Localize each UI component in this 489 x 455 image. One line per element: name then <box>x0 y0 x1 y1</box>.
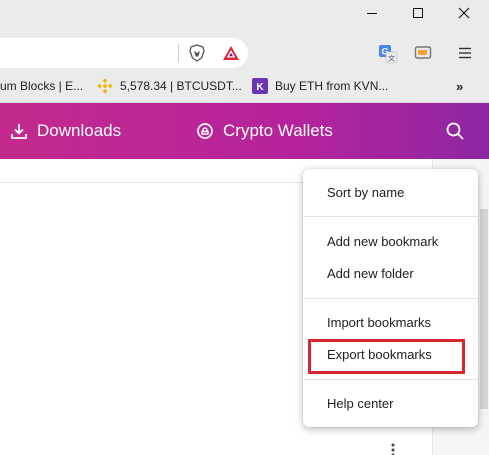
address-bar-divider <box>178 44 179 62</box>
menu-item-help-center[interactable]: Help center <box>303 389 478 417</box>
export-highlight-box <box>308 339 465 374</box>
bookmark-label: Buy ETH from KVN... <box>275 79 389 93</box>
bookmark-label: um Blocks | E... <box>0 79 84 93</box>
binance-icon <box>97 78 113 94</box>
menu-item-sort-by-name[interactable]: Sort by name <box>303 178 478 206</box>
menu-separator <box>303 298 478 299</box>
close-icon <box>458 7 470 19</box>
bookmark-item[interactable]: um Blocks | E... <box>0 70 83 102</box>
close-button[interactable] <box>444 0 484 26</box>
address-bar[interactable] <box>0 38 248 68</box>
svg-text:文: 文 <box>388 54 395 63</box>
bookmarks-overflow-button[interactable]: » <box>456 70 463 102</box>
menu-separator <box>303 379 478 380</box>
wallet-icon <box>197 123 213 139</box>
bookmark-item[interactable]: K Buy ETH from KVN... <box>252 70 388 102</box>
downloads-label: Downloads <box>37 121 122 140</box>
maximize-button[interactable] <box>398 0 438 26</box>
crypto-wallets-label: Crypto Wallets <box>223 121 333 140</box>
bookmarks-page-header: Downloads Crypto Wallets <box>0 103 489 159</box>
menu-item-label: Import bookmarks <box>327 314 432 330</box>
minimize-icon <box>367 13 377 14</box>
menu-item-add-new-bookmark[interactable]: Add new bookmark <box>303 227 478 255</box>
google-translate-icon[interactable]: G 文 <box>378 44 398 64</box>
scrollbar[interactable] <box>480 209 488 409</box>
crypto-wallets-link[interactable]: Crypto Wallets <box>196 103 333 159</box>
cast-extension-icon[interactable] <box>414 44 432 62</box>
brave-shields-icon[interactable] <box>188 44 206 62</box>
bookmark-item[interactable]: 5,578.34 | BTCUSDT... <box>97 70 242 102</box>
search-icon[interactable] <box>444 120 466 142</box>
bookmarks-options-menu: Sort by name Add new bookmark Add new fo… <box>303 169 478 427</box>
menu-separator <box>303 216 478 217</box>
brave-rewards-icon[interactable] <box>222 44 240 62</box>
bookmark-label: 5,578.34 | BTCUSDT... <box>120 79 242 93</box>
menu-item-add-new-folder[interactable]: Add new folder <box>303 259 478 287</box>
download-icon <box>11 124 27 139</box>
maximize-icon <box>413 8 423 18</box>
more-options-icon[interactable] <box>386 443 400 455</box>
menu-item-label: Add new bookmark <box>327 233 439 249</box>
svg-text:K: K <box>256 82 264 93</box>
menu-item-import-bookmarks[interactable]: Import bookmarks <box>303 308 478 336</box>
downloads-link[interactable]: Downloads <box>10 103 121 159</box>
kvn-icon: K <box>252 78 268 94</box>
window-title-bar <box>0 0 489 26</box>
minimize-button[interactable] <box>352 0 392 26</box>
bookmarks-bar: um Blocks | E... 5,578.34 | BTCUSDT... K… <box>0 70 489 103</box>
browser-toolbar: G 文 <box>0 26 489 70</box>
browser-menu-icon[interactable] <box>456 44 474 62</box>
menu-item-label: Help center <box>327 395 394 411</box>
menu-item-label: Sort by name <box>327 184 405 200</box>
menu-item-label: Add new folder <box>327 265 414 281</box>
